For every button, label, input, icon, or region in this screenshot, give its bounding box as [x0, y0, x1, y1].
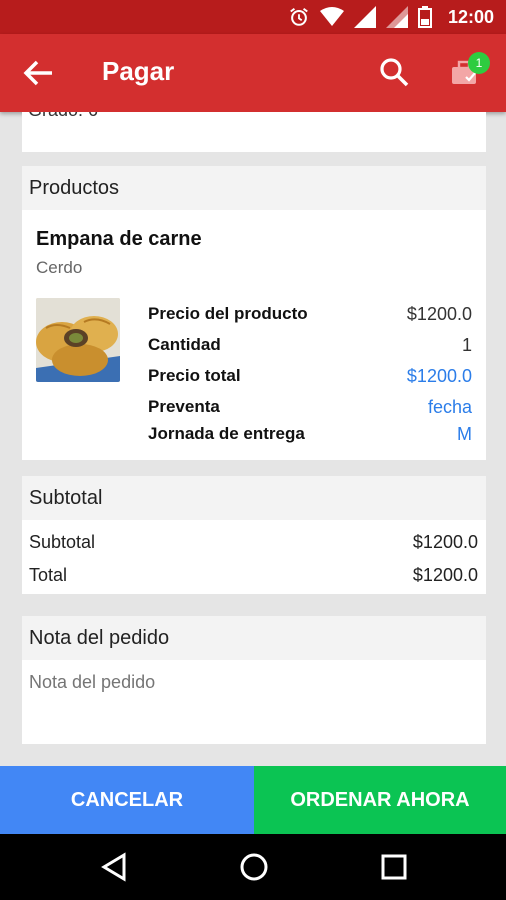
- total-value: $1200.0: [412, 565, 478, 585]
- top-card: Grado: 6: [22, 112, 486, 152]
- product-name: Empana de carne: [36, 228, 202, 250]
- presale-label: Preventa: [148, 397, 220, 416]
- recents-icon[interactable]: [378, 851, 410, 883]
- home-icon[interactable]: [238, 851, 270, 883]
- status-bar: 12:00: [0, 0, 506, 34]
- subtotal-label: Subtotal: [29, 532, 96, 552]
- products-header: Productos: [22, 166, 486, 210]
- back-arrow-icon[interactable]: [22, 59, 54, 87]
- order-note-header: Nota del pedido: [22, 616, 486, 660]
- total-label: Total: [29, 565, 68, 585]
- cart-badge: 1: [468, 52, 490, 74]
- search-icon[interactable]: [378, 56, 410, 88]
- partial-grade-text: Grado: 6: [28, 112, 98, 121]
- cancel-button[interactable]: CANCELAR: [0, 766, 254, 834]
- total-row: Total $1200.0: [29, 565, 478, 586]
- delivery-shift-label: Jornada de entrega: [148, 424, 305, 443]
- order-note-card: Nota del pedido: [22, 616, 486, 744]
- app-bar: Pagar 1: [0, 34, 506, 112]
- action-bar: CANCELAR ORDENAR AHORA: [0, 766, 506, 834]
- order-now-button[interactable]: ORDENAR AHORA: [254, 766, 506, 834]
- status-time: 12:00: [447, 6, 494, 27]
- products-card: Productos Empana de carne Cerdo Precio d…: [22, 166, 486, 460]
- wifi-icon: [319, 7, 344, 26]
- order-note-input[interactable]: [29, 672, 469, 693]
- subtotal-value: $1200.0: [412, 532, 478, 552]
- battery-icon: [417, 6, 432, 28]
- signal-icon: [385, 6, 408, 28]
- subtotal-header: Subtotal: [22, 476, 486, 520]
- total-price-label: Precio total: [148, 366, 241, 385]
- quantity-label: Cantidad: [148, 335, 221, 354]
- product-image: [36, 298, 120, 382]
- quantity-value: 1: [461, 335, 472, 355]
- price-value: $1200.0: [406, 304, 472, 324]
- cart-button[interactable]: 1: [450, 52, 490, 90]
- product-subtitle: Cerdo: [36, 258, 83, 277]
- checkout-content[interactable]: Grado: 6 Productos Empana de carne Cerdo…: [0, 112, 506, 766]
- back-icon[interactable]: [98, 851, 130, 883]
- empanada-image: [36, 298, 120, 382]
- total-price-value: $1200.0: [406, 366, 472, 386]
- subtotal-card: Subtotal Subtotal $1200.0 Total $1200.0: [22, 476, 486, 594]
- page-title: Pagar: [102, 56, 175, 86]
- delivery-shift-value[interactable]: M: [457, 424, 472, 445]
- signal-icon: [353, 6, 376, 28]
- price-label: Precio del producto: [148, 304, 308, 323]
- alarm-icon: [290, 7, 308, 26]
- system-nav-bar: [0, 834, 506, 900]
- presale-value[interactable]: fecha: [428, 397, 472, 418]
- subtotal-row: Subtotal $1200.0: [29, 532, 478, 553]
